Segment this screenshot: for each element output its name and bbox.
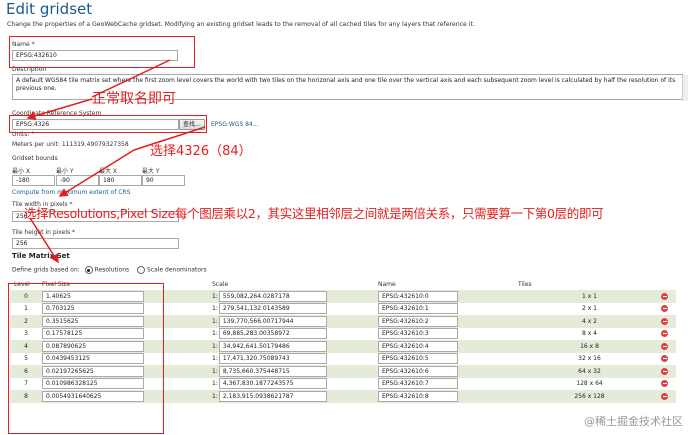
- resolution-annotation: 选择Resolutions,Pixel Size每个图层乘以2，其实这里相邻层之…: [24, 206, 604, 221]
- resolution-arrow: [29, 217, 59, 264]
- crs-annotation: 选择4326（84）: [150, 144, 252, 159]
- name-arrow: [26, 98, 93, 121]
- watermark: @稀土掘金技术社区: [584, 415, 683, 428]
- crs-arrow: [58, 149, 135, 197]
- name-annotation: 正常取名即可: [92, 91, 176, 107]
